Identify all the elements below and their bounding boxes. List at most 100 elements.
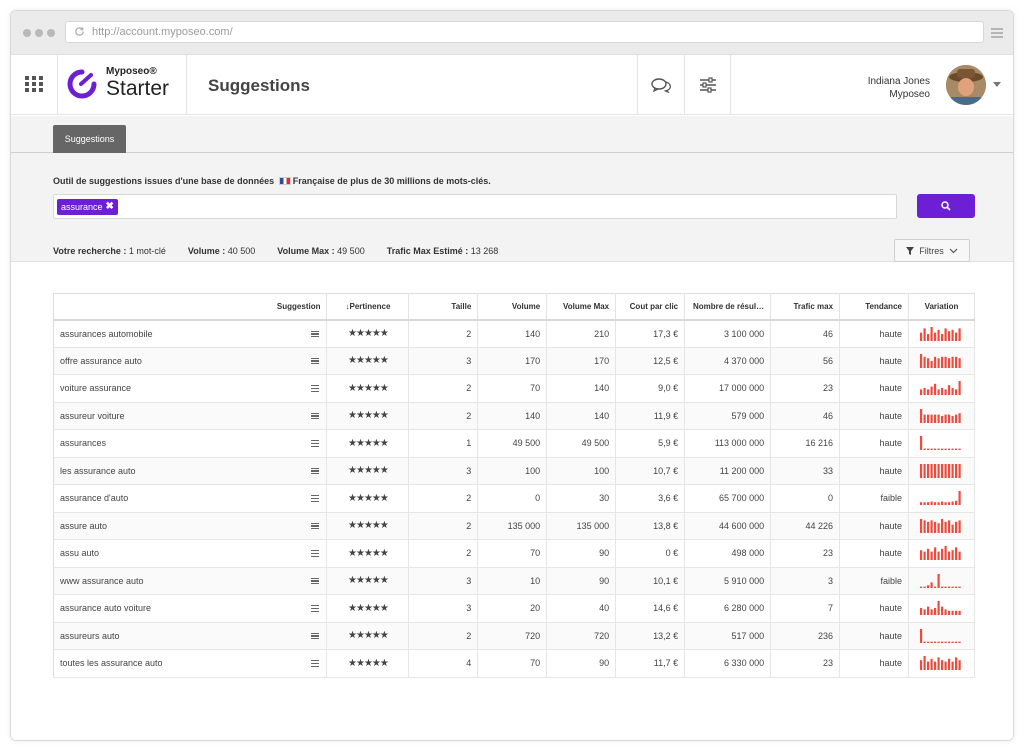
table-row[interactable]: offre assurance auto ★★★★★ 3 170 170 12,5 €4 … [53,347,976,375]
row-menu-icon[interactable] [311,605,320,612]
trafic-cell: 46 [770,319,841,348]
keyword-cell[interactable]: assurances [53,429,328,458]
window-dot[interactable] [35,29,43,37]
keyword-cell[interactable]: assureur voiture [53,402,328,430]
table-row[interactable]: assureur voiture ★★★★★ 2 140 140 11,9 €579 00… [53,402,976,430]
row-menu-icon[interactable] [311,495,320,502]
keyword-label: assureur voiture [60,410,125,421]
variation-sparkline [920,601,962,616]
table-row[interactable]: voiture assurance ★★★★★ 2 70 140 9,0 €17 000 … [53,374,976,403]
sparkline-bar [927,333,930,341]
keyword-cell[interactable]: les assurance auto [53,457,328,485]
column-header-suggestion[interactable]: Suggestion [53,293,328,321]
keyword-cell[interactable]: assu auto [53,539,328,568]
main-content: Suggestions Outil de suggestions issues … [11,116,1013,740]
column-header-cpc[interactable]: Cout par clic [615,293,686,321]
brand-logo[interactable]: Myposeo® Starter [57,55,187,115]
row-menu-icon[interactable] [311,412,320,420]
column-header-variation[interactable]: Variation [908,293,976,321]
sparkline-bar [941,501,944,506]
sparkline-bar [948,330,951,341]
keyword-label: toutes les assurance auto [60,658,163,669]
window-dot[interactable] [47,29,55,37]
sparkline-bar [923,356,927,368]
variation-sparkline [920,326,962,341]
table-row[interactable]: assureurs auto ★★★★★ 2 720 720 13,2 €517 000 2… [53,622,976,650]
keyword-cell[interactable]: offre assurance auto [53,347,328,375]
column-header-volume-max[interactable]: Volume Max [546,293,617,321]
trafic-cell: 23 [770,649,841,678]
trafic-cell: 46 [770,402,841,430]
browser-menu-icon[interactable] [991,28,1003,38]
url-bar[interactable]: http://account.myposeo.com/ [65,21,984,43]
table-row[interactable]: assu auto ★★★★★ 2 70 90 0 €498 000 23 haute [53,539,976,568]
table-row[interactable]: www assurance auto ★★★★★ 3 10 90 10,1 €5 910 … [53,567,976,595]
volume-cell: 100 [477,457,548,485]
keyword-tag[interactable]: assurance ✖ [57,199,118,215]
sparkline-bar [944,586,948,588]
keyword-cell[interactable]: assurances automobile [53,319,328,348]
filters-button[interactable]: Filtres [894,239,970,262]
sparkline-bar [937,448,941,451]
trafic-cell: 56 [770,347,841,375]
row-menu-icon[interactable] [311,660,320,667]
sparkline-bar [948,357,951,368]
column-header-results[interactable]: Nombre de résul… [684,293,772,321]
filters-label: Filtres [919,245,944,256]
tendance-cell: haute [839,649,909,678]
search-button[interactable] [917,194,975,218]
row-menu-icon[interactable] [311,522,320,530]
row-menu-icon[interactable] [311,632,320,640]
chevron-down-icon [949,248,958,253]
column-header-tendance[interactable]: Tendance [839,293,909,321]
sparkline-bar [923,414,927,423]
keyword-cell[interactable]: assure auto [53,512,328,540]
row-menu-icon[interactable] [311,357,320,365]
row-menu-icon[interactable] [311,385,320,392]
table-row[interactable]: assurances ★★★★★ 1 49 500 49 500 5,9 €113 000… [53,429,976,458]
apps-grid-icon[interactable] [25,76,43,92]
close-icon[interactable]: ✖ [106,199,114,215]
row-menu-icon[interactable] [311,467,320,475]
tendance-cell: haute [839,594,909,623]
keyword-cell[interactable]: www assurance auto [53,567,328,595]
keyword-cell[interactable]: assurance d'auto [53,484,328,513]
column-header-trafic-max[interactable]: Trafic max [770,293,841,321]
table-row[interactable]: assurance auto voiture ★★★★★ 3 20 40 14,6 €6 … [53,594,976,623]
variation-cell [908,539,976,568]
keyword-search-input[interactable]: assurance ✖ [53,194,897,219]
avatar[interactable] [946,65,986,105]
chevron-down-icon[interactable] [993,82,1001,87]
sparkline-bar [941,518,944,533]
volume-max-cell: 30 [546,484,617,513]
sparkline-bar [920,608,923,616]
column-header-pertinence[interactable]: ↓Pertinence [326,293,410,321]
row-menu-icon[interactable] [311,330,320,338]
keyword-cell[interactable]: voiture assurance [53,374,328,403]
table-row[interactable]: assure auto ★★★★★ 2 135 000 135 000 13,8 €44 … [53,512,976,540]
sparkline-bar [955,463,958,478]
keyword-cell[interactable]: assureurs auto [53,622,328,650]
user-menu[interactable]: Indiana Jones Myposeo [868,75,930,101]
table-row[interactable]: assurance d'auto ★★★★★ 2 0 30 3,6 €65 700 000… [53,484,976,513]
column-header-taille[interactable]: Taille [408,293,479,321]
tab-suggestions[interactable]: Suggestions [53,125,126,153]
table-row[interactable]: assurances automobile ★★★★★ 2 140 210 17,3 €3… [53,319,976,348]
chat-button[interactable] [637,55,684,115]
settings-button[interactable] [684,55,731,115]
column-header-volume[interactable]: Volume [477,293,548,321]
sparkline-bar [944,661,948,671]
row-menu-icon[interactable] [311,577,320,585]
pertinence-stars: ★★★★★ [326,374,410,403]
window-dot[interactable] [23,29,31,37]
keyword-cell[interactable]: assurance auto voiture [53,594,328,623]
row-menu-icon[interactable] [311,550,320,557]
sparkline-bar [958,520,962,533]
keyword-cell[interactable]: toutes les assurance auto [53,649,328,678]
row-menu-icon[interactable] [311,440,320,447]
sparkline-bar [927,414,930,423]
sparkline-bar [941,641,944,643]
table-row[interactable]: toutes les assurance auto ★★★★★ 4 70 90 11,7 … [53,649,976,678]
table-row[interactable]: les assurance auto ★★★★★ 3 100 100 10,7 €11 2… [53,457,976,485]
reload-icon[interactable] [74,26,85,37]
